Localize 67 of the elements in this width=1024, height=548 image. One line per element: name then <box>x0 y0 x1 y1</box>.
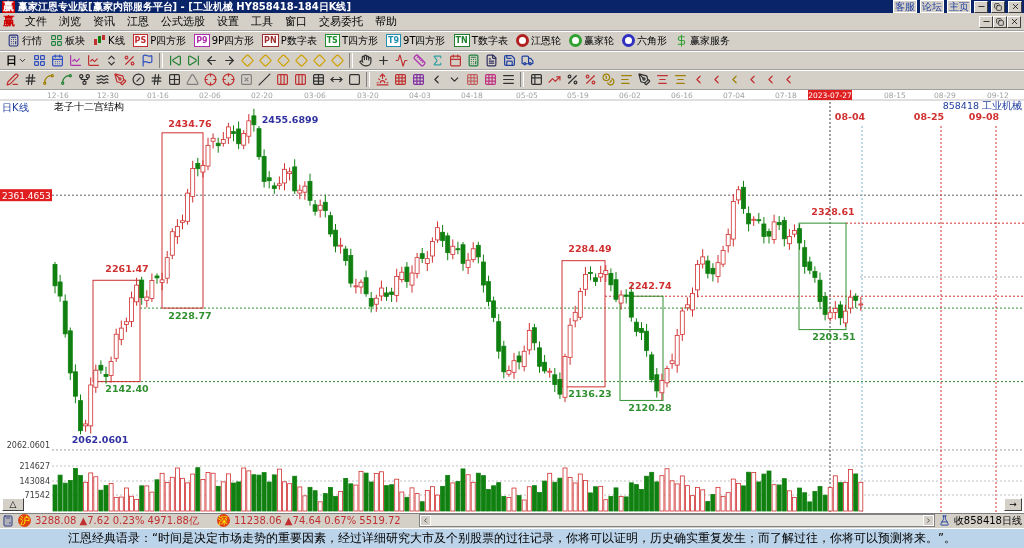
tag-icon: TN <box>453 34 470 48</box>
menu-item[interactable]: 文件 <box>19 14 53 29</box>
price-annotation: 08-04 <box>834 110 866 122</box>
toolbar-button[interactable]: K线 <box>90 32 128 50</box>
toolbar-button[interactable]: 六角形 <box>618 32 670 50</box>
price-annotation: 2242.74 <box>628 279 672 291</box>
current-price-label: 2361.4653 <box>0 188 52 201</box>
toolbar-button[interactable]: PS P四方形 <box>129 32 190 50</box>
toolbar-button[interactable]: T9 9T四方形 <box>383 32 449 50</box>
toolbar-button[interactable]: PN P数字表 <box>259 32 320 50</box>
price-annotation: 2203.51 <box>812 330 856 342</box>
tag-icon: PS <box>132 34 149 48</box>
tag-icon: PN <box>262 34 279 48</box>
period-label: 日K线 <box>2 101 29 113</box>
index-quote: 11238.06 ▲74.64 0.67% 5519.72 <box>233 515 401 527</box>
index-badge: 深 <box>216 514 230 528</box>
menu-item[interactable]: 江恩 <box>121 14 155 29</box>
tag-icon: T9 <box>386 34 401 48</box>
price-annotation: 09-08 <box>968 110 1000 122</box>
volume-axis-label: 214627 <box>19 461 50 471</box>
menu-logo: 赢 <box>3 13 15 30</box>
price-annotation: 2120.28 <box>628 401 672 413</box>
toolbar-button[interactable]: TN T数字表 <box>450 32 511 50</box>
index-quote: 3288.08 ▲7.62 0.23% 4971.88亿 <box>35 513 199 528</box>
price-annotation: 2328.61 <box>811 205 855 217</box>
tag-icon: P9 <box>194 34 210 48</box>
symbol-label: 858418 工业机械 <box>942 99 1022 111</box>
header-link[interactable]: 客服 <box>893 0 917 13</box>
low-price-label: 2062.0601 <box>6 440 50 450</box>
volume-axis-label: 143084 <box>19 476 50 486</box>
price-annotation: 2261.47 <box>105 262 149 274</box>
tag-icon: TS <box>324 34 340 48</box>
price-annotation: 2062.0601 <box>71 433 129 445</box>
chart-title: 老子十二宫结构 <box>54 100 124 112</box>
toolbar-button[interactable]: 赢家服务 <box>671 32 733 50</box>
toolbar-button[interactable]: 江恩轮 <box>512 32 564 50</box>
menu-item[interactable]: 公式选股 <box>155 14 211 29</box>
menu-item[interactable]: 资讯 <box>87 14 121 29</box>
menu-item[interactable]: 设置 <box>211 14 245 29</box>
collapse-button[interactable]: △ <box>2 497 24 511</box>
price-annotation: 2284.49 <box>568 242 612 254</box>
scroll-right-button[interactable]: → <box>1004 497 1022 511</box>
toolbar-button[interactable]: 赢家轮 <box>565 32 617 50</box>
price-annotation: 2142.40 <box>105 382 149 394</box>
toolbar-button[interactable]: P9 9P四方形 <box>191 32 258 50</box>
header-link[interactable]: 论坛 <box>920 0 944 13</box>
toolbar-button[interactable]: TS T四方形 <box>321 32 381 50</box>
volume-axis-label: 71542 <box>24 490 50 500</box>
price-annotation: 2136.23 <box>568 387 612 399</box>
price-annotation: 2228.77 <box>168 309 212 321</box>
menu-item[interactable]: 浏览 <box>53 14 87 29</box>
price-annotation: 2455.6899 <box>261 113 319 125</box>
window-title: 赢家江恩专业版[赢家内部服务平台] - [工业机械 HY858418-184日K线] <box>18 0 352 14</box>
menu-item[interactable]: 帮助 <box>369 14 403 29</box>
toolbar-button[interactable]: 行情 <box>4 32 45 50</box>
price-annotation: 2434.76 <box>168 117 212 129</box>
menu-item[interactable]: 工具 <box>245 14 279 29</box>
menu-item[interactable]: 交易委托 <box>313 14 369 29</box>
toolbar-button[interactable]: 板块 <box>47 32 88 50</box>
price-annotation: 08-25 <box>913 110 945 122</box>
header-link[interactable]: 主页 <box>947 0 971 13</box>
status-info: 收858418日线 <box>953 513 1022 528</box>
app-logo: 赢 <box>2 0 15 13</box>
index-badge: 沪 <box>18 514 31 528</box>
period-dropdown[interactable]: 日 <box>4 52 29 68</box>
menu-item[interactable]: 窗口 <box>279 14 313 29</box>
quote-text: 江恩经典语录：“时间是决定市场走势的重要因素，经过详细研究大市及个别股票的过往记录，你将可以证明，历史确实重复发生；而了解过往，你将可以预测将来。”。 <box>0 527 1024 548</box>
